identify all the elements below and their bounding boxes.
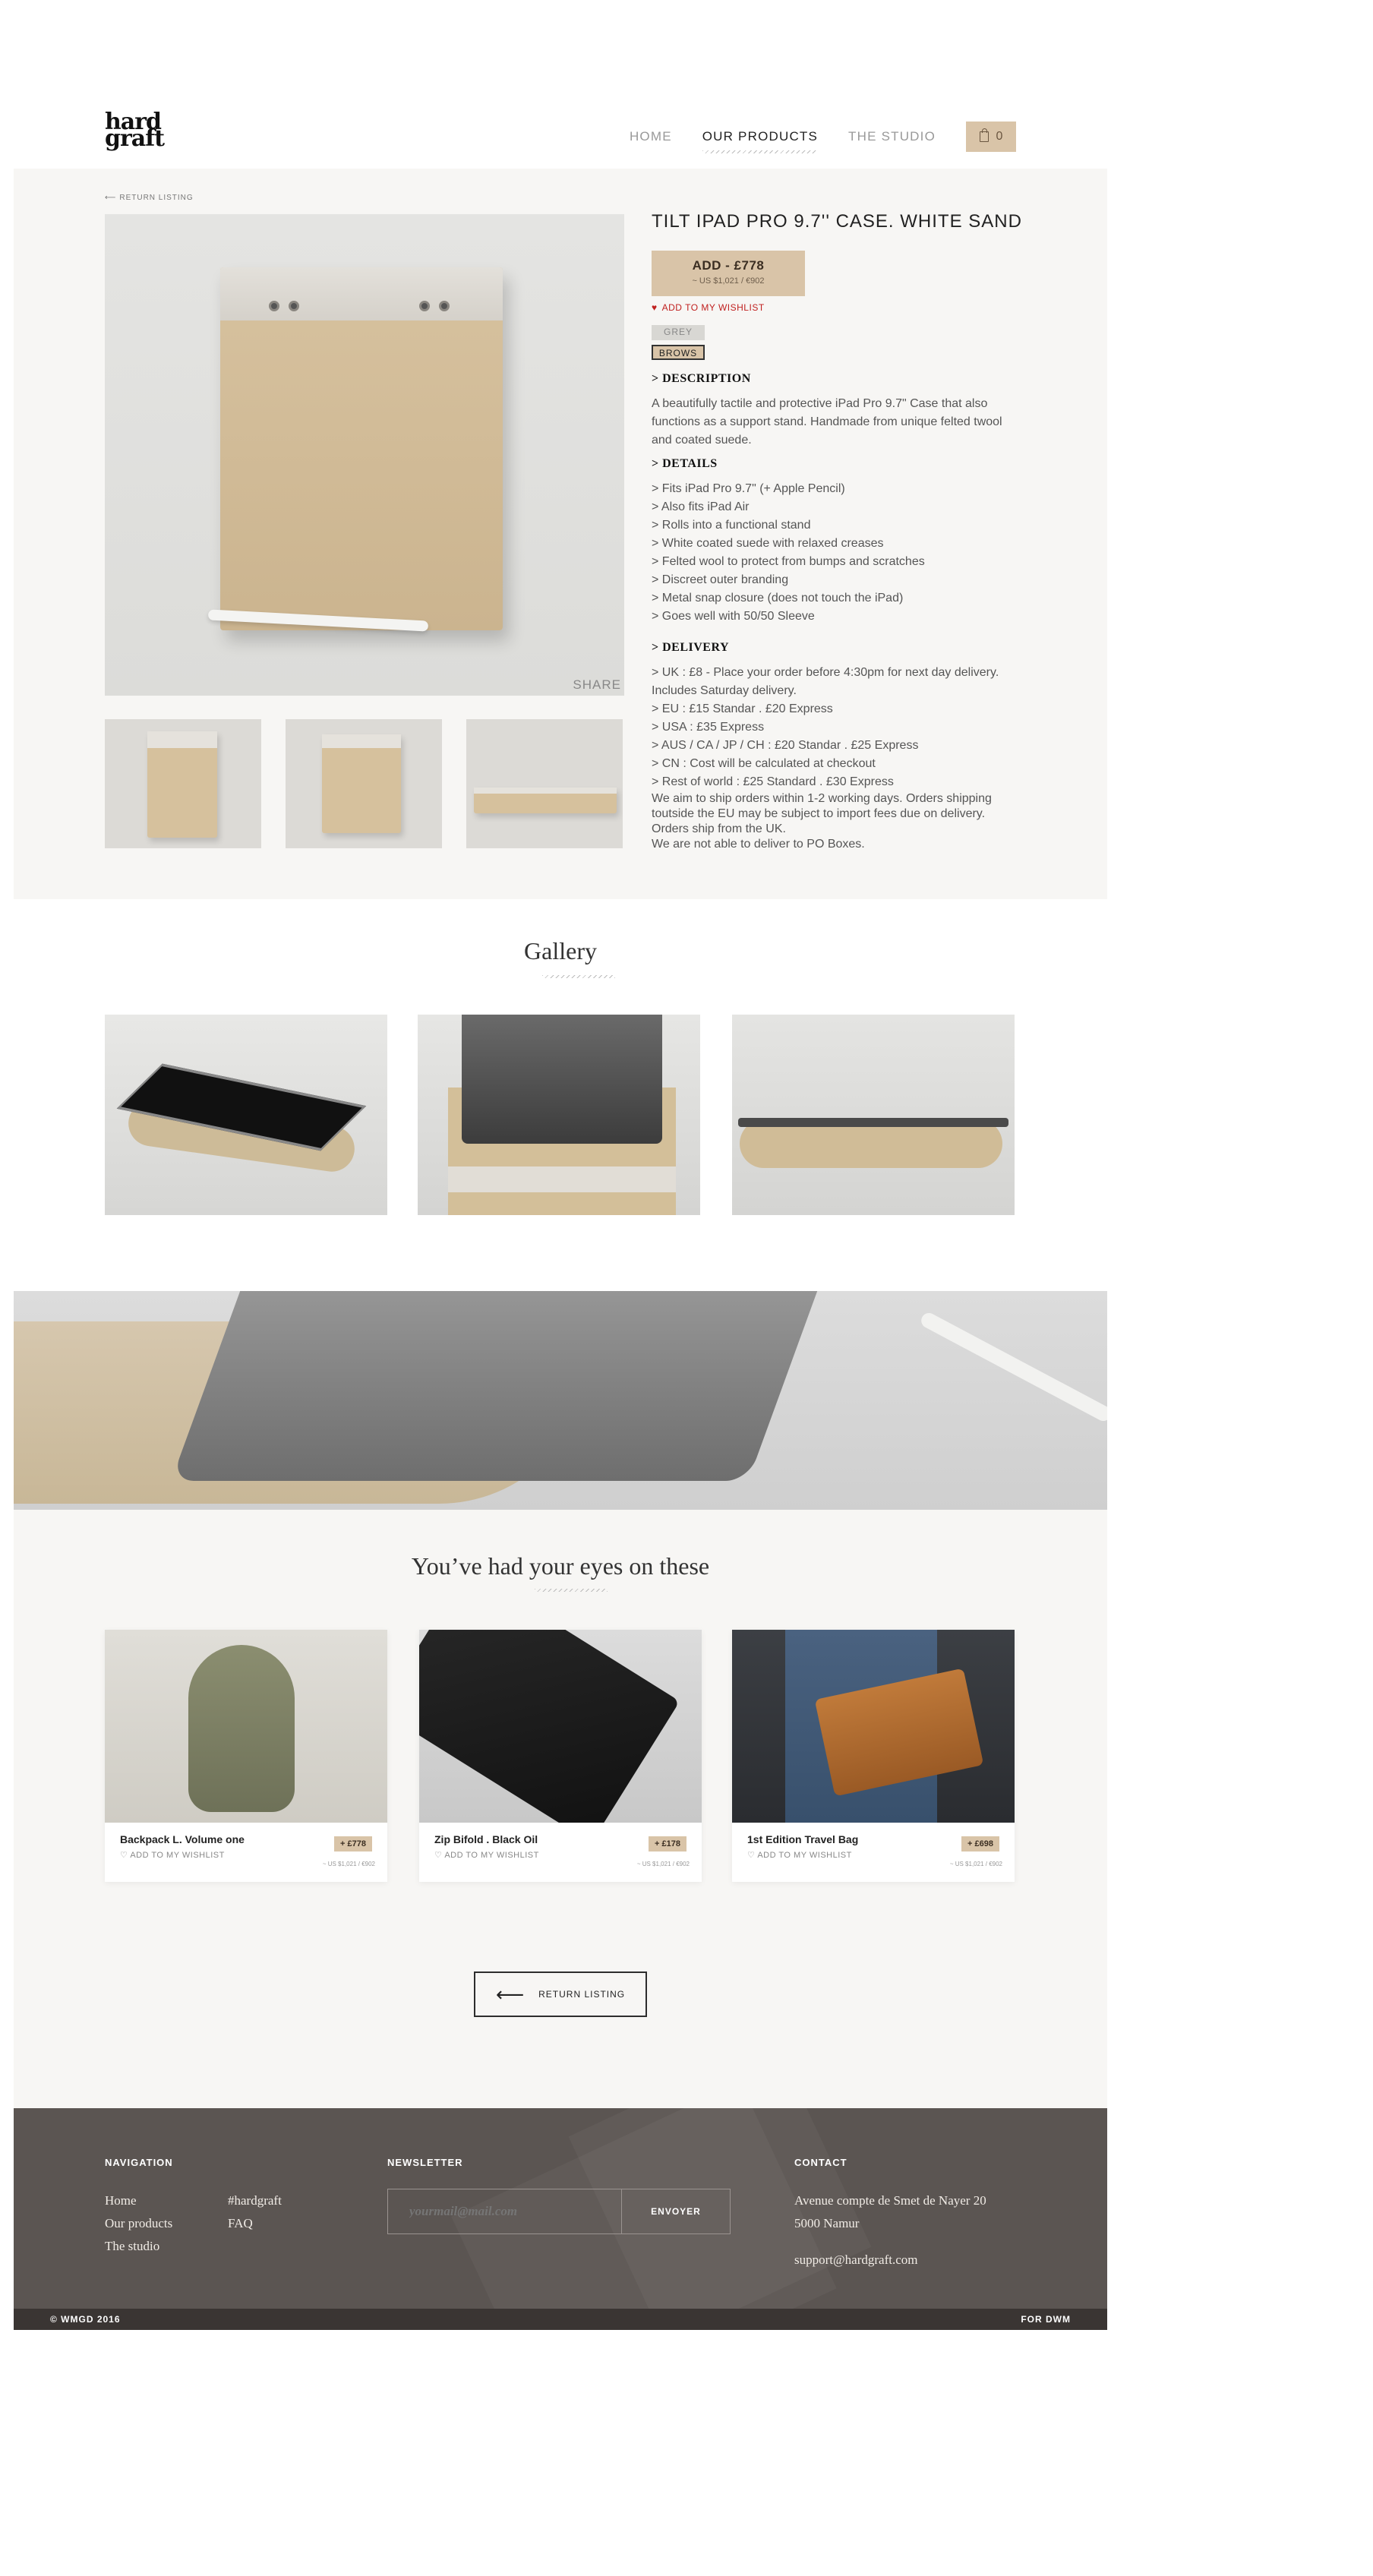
footer-bottom-bar: © WMGD 2016 FOR DWM bbox=[14, 2309, 1107, 2330]
newsletter-submit-button[interactable]: ENVOYER bbox=[622, 2189, 730, 2233]
product-card-wishlist[interactable]: ♡ ADD TO MY WISHLIST bbox=[120, 1850, 225, 1860]
add-to-cart-button[interactable]: ADD - £778 ~ US $1,021 / €902 bbox=[652, 251, 805, 296]
return-listing-button[interactable]: ⟵ RETURN LISTING bbox=[474, 1971, 647, 2017]
delivery-item: > EU : £15 Standar . £20 Express bbox=[652, 702, 833, 715]
product-card-price[interactable]: + £178 bbox=[649, 1836, 686, 1852]
cart-count: 0 bbox=[996, 130, 1003, 143]
footer-link-our-products[interactable]: Our products bbox=[105, 2216, 172, 2231]
product-card-usd: ~ US $1,021 / €902 bbox=[949, 1861, 1002, 1867]
contact-email-link[interactable]: support@hardgraft.com bbox=[794, 2252, 917, 2268]
delivery-note: We aim to ship orders within 1-2 working… bbox=[652, 792, 992, 835]
details-list: > Fits iPad Pro 9.7" (+ Apple Pencil) > … bbox=[652, 480, 1016, 626]
gallery-image-1[interactable] bbox=[105, 1015, 387, 1215]
product-card-image bbox=[419, 1630, 702, 1823]
product-card-wishlist[interactable]: ♡ ADD TO MY WISHLIST bbox=[434, 1850, 539, 1860]
product-title: TILT IPAD PRO 9.7'' CASE. WHITE SAND bbox=[652, 211, 1022, 232]
delivery-item: > UK : £8 - Place your order before 4:30… bbox=[652, 666, 999, 697]
contact-address-line2: 5000 Namur bbox=[794, 2216, 860, 2230]
add-price-label: ADD - £778 bbox=[692, 258, 765, 273]
product-card[interactable]: 1st Edition Travel Bag ♡ ADD TO MY WISHL… bbox=[732, 1630, 1015, 1882]
delivery-item: > Rest of world : £25 Standard . £30 Exp… bbox=[652, 775, 894, 788]
delivery-item: > CN : Cost will be calculated at checko… bbox=[652, 757, 876, 770]
site-header: hard graft HOME OUR PRODUCTS THE STUDIO … bbox=[14, 0, 1107, 169]
logo-line2: graft bbox=[105, 125, 165, 152]
newsletter-email-input[interactable] bbox=[388, 2189, 622, 2233]
copyright-text: © WMGD 2016 bbox=[50, 2314, 121, 2325]
delivery-note: We are not able to deliver to PO Boxes. bbox=[652, 838, 865, 851]
delivery-list: > UK : £8 - Place your order before 4:30… bbox=[652, 664, 1016, 852]
product-card-name: 1st Edition Travel Bag bbox=[747, 1833, 859, 1845]
product-card[interactable]: Zip Bifold . Black Oil ♡ ADD TO MY WISHL… bbox=[419, 1630, 702, 1882]
detail-item: > Rolls into a functional stand bbox=[652, 519, 811, 532]
detail-item: > White coated suede with relaxed crease… bbox=[652, 537, 884, 550]
product-card-price[interactable]: + £698 bbox=[961, 1836, 999, 1852]
description-heading[interactable]: > DESCRIPTION bbox=[652, 372, 751, 386]
credit-link[interactable]: FOR DWM bbox=[1021, 2314, 1071, 2325]
footer-link-home[interactable]: Home bbox=[105, 2193, 137, 2208]
product-main-image[interactable]: SHARE bbox=[105, 214, 624, 696]
contact-address-line1: Avenue compte de Smet de Nayer 20 bbox=[794, 2193, 986, 2208]
product-thumbnail-2[interactable] bbox=[286, 719, 442, 848]
return-listing-link[interactable]: ⟵ RETURN LISTING bbox=[105, 194, 194, 202]
sleeve-illustration bbox=[220, 267, 503, 630]
product-card-name: Zip Bifold . Black Oil bbox=[434, 1833, 538, 1845]
heart-icon: ♥ bbox=[652, 302, 658, 313]
add-price-sub: ~ US $1,021 / €902 bbox=[692, 276, 765, 286]
detail-item: > Also fits iPad Air bbox=[652, 500, 750, 513]
product-card-image bbox=[105, 1630, 387, 1823]
detail-item: > Metal snap closure (does not touch the… bbox=[652, 592, 904, 605]
return-listing-label: RETURN LISTING bbox=[538, 1989, 626, 2000]
cart-button[interactable]: 0 bbox=[966, 122, 1016, 152]
title-decoration bbox=[535, 1589, 608, 1592]
title-decoration bbox=[542, 975, 615, 978]
product-card-wishlist[interactable]: ♡ ADD TO MY WISHLIST bbox=[747, 1850, 852, 1860]
product-card[interactable]: Backpack L. Volume one ♡ ADD TO MY WISHL… bbox=[105, 1630, 387, 1882]
delivery-item: > AUS / CA / JP / CH : £20 Standar . £25… bbox=[652, 739, 919, 752]
details-heading[interactable]: > DETAILS bbox=[652, 457, 718, 471]
share-link[interactable]: SHARE bbox=[573, 677, 621, 693]
recently-viewed-title: You’ve had your eyes on these bbox=[411, 1552, 710, 1580]
detail-item: > Felted wool to protect from bumps and … bbox=[652, 555, 925, 568]
gallery-image-3[interactable] bbox=[732, 1015, 1015, 1215]
product-section: ⟵ RETURN LISTING SHARE TILT IPAD PRO 9.7… bbox=[14, 169, 1107, 899]
product-card-usd: ~ US $1,021 / €902 bbox=[636, 1861, 690, 1867]
nav-home[interactable]: HOME bbox=[630, 129, 672, 144]
add-to-wishlist-link[interactable]: ♥ ADD TO MY WISHLIST bbox=[652, 302, 765, 313]
color-option-grey[interactable]: GREY bbox=[652, 325, 705, 340]
detail-item: > Discreet outer branding bbox=[652, 573, 789, 586]
product-card-price[interactable]: + £778 bbox=[334, 1836, 372, 1852]
delivery-heading[interactable]: > DELIVERY bbox=[652, 641, 729, 655]
newsletter-form: ENVOYER bbox=[387, 2189, 731, 2234]
footer-link-hardgraft[interactable]: #hardgraft bbox=[228, 2193, 282, 2208]
arrow-left-icon: ⟵ bbox=[495, 1983, 526, 2006]
bag-icon bbox=[979, 128, 989, 142]
color-option-brows[interactable]: BROWS bbox=[652, 345, 705, 360]
footer-navigation-heading: NAVIGATION bbox=[105, 2157, 173, 2168]
detail-item: > Goes well with 50/50 Sleeve bbox=[652, 610, 815, 623]
arrow-left-icon: ⟵ bbox=[105, 194, 117, 202]
wishlist-label: ADD TO MY WISHLIST bbox=[661, 302, 765, 313]
site-footer: NAVIGATION Home Our products The studio … bbox=[14, 2108, 1107, 2309]
description-text: A beautifully tactile and protective iPa… bbox=[652, 397, 1002, 447]
nav-the-studio[interactable]: THE STUDIO bbox=[848, 129, 936, 144]
main-nav: HOME OUR PRODUCTS THE STUDIO 0 bbox=[599, 122, 1016, 153]
gallery-image-2[interactable] bbox=[418, 1015, 700, 1215]
hero-banner-image bbox=[14, 1291, 1107, 1510]
footer-contact-heading: CONTACT bbox=[794, 2157, 847, 2168]
delivery-item: > USA : £35 Express bbox=[652, 721, 765, 734]
footer-link-the-studio[interactable]: The studio bbox=[105, 2239, 159, 2254]
product-card-image bbox=[732, 1630, 1015, 1823]
logo[interactable]: hard graft bbox=[105, 111, 173, 152]
product-thumbnail-3[interactable] bbox=[466, 719, 623, 848]
product-card-name: Backpack L. Volume one bbox=[120, 1833, 245, 1845]
footer-newsletter-heading: NEWSLETTER bbox=[387, 2157, 463, 2168]
gallery-title: Gallery bbox=[524, 937, 597, 964]
nav-our-products[interactable]: OUR PRODUCTS bbox=[702, 129, 819, 153]
product-thumbnail-1[interactable] bbox=[105, 719, 261, 848]
detail-item: > Fits iPad Pro 9.7" (+ Apple Pencil) bbox=[652, 482, 845, 495]
footer-link-faq[interactable]: FAQ bbox=[228, 2216, 253, 2231]
product-card-usd: ~ US $1,021 / €902 bbox=[322, 1861, 375, 1867]
recently-viewed-section: You’ve had your eyes on these Backpack L… bbox=[14, 1510, 1107, 2108]
return-listing-label: RETURN LISTING bbox=[119, 194, 194, 202]
